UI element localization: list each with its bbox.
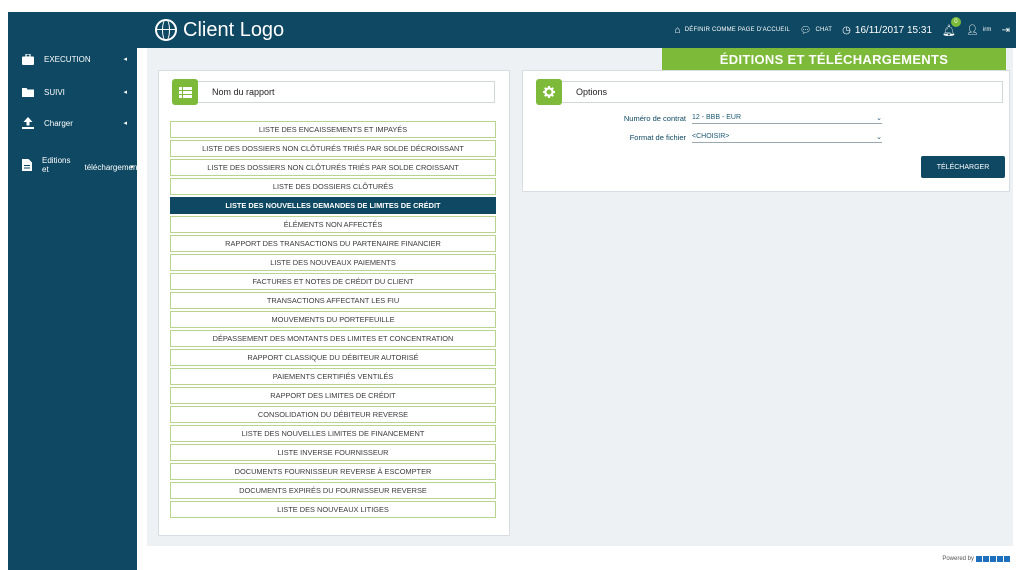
- report-item[interactable]: DÉPASSEMENT DES MONTANTS DES LIMITES ET …: [170, 330, 496, 347]
- report-item[interactable]: DOCUMENTS FOURNISSEUR REVERSE À ESCOMPTE…: [170, 463, 496, 480]
- home-icon: ⌂: [674, 24, 681, 36]
- report-item[interactable]: DOCUMENTS EXPIRÉS DU FOURNISSEUR REVERSE: [170, 482, 496, 499]
- gear-icon: [536, 79, 562, 105]
- format-label: Format de fichier: [629, 132, 686, 142]
- format-select[interactable]: <CHOISIR> ⌄: [692, 131, 882, 143]
- notification-badge: 0: [950, 16, 961, 27]
- user-menu[interactable]: 👤︎ irm: [966, 25, 992, 36]
- vendor-logo: [976, 556, 1010, 562]
- report-list: LISTE DES ENCAISSEMENTS ET IMPAYÉS LISTE…: [170, 121, 496, 520]
- report-item[interactable]: LISTE DES ENCAISSEMENTS ET IMPAYÉS: [170, 121, 496, 138]
- contract-select[interactable]: 12 - BBB - EUR ⌄: [692, 112, 882, 124]
- globe-icon: [155, 19, 177, 41]
- caret-left-icon: ◂: [123, 120, 127, 127]
- user-icon: 👤︎: [965, 24, 979, 36]
- report-panel-title: Nom du rapport: [212, 87, 275, 97]
- options-panel-header: Options: [536, 79, 1003, 105]
- page-title: ÉDITIONS ET TÉLÉCHARGEMENTS: [662, 48, 1006, 70]
- powered-by: Powered by: [942, 556, 1010, 562]
- logout-icon: ⇥: [1001, 24, 1010, 36]
- upload-icon: [22, 117, 34, 129]
- sidebar-item-label: Charger: [44, 118, 73, 128]
- options-panel-title: Options: [576, 87, 608, 97]
- chat-link[interactable]: 💬︎ CHAT: [800, 25, 832, 36]
- report-item[interactable]: LISTE DES NOUVEAUX PAIEMENTS: [170, 254, 496, 271]
- chat-icon: 💬︎: [800, 24, 812, 35]
- app-frame: ! EXECUTION ◂ SUIVI ◂ Charger ◂: [0, 0, 1016, 570]
- report-item[interactable]: LISTE INVERSE FOURNISSEUR: [170, 444, 496, 461]
- sidebar-item-label: SUIVI: [44, 87, 65, 97]
- sidebar-item-label: Editions et: [42, 156, 71, 174]
- report-item[interactable]: CONSOLIDATION DU DÉBITEUR REVERSE: [170, 406, 496, 423]
- report-item[interactable]: LISTE DES DOSSIERS NON CLÔTURÉS TRIÉS PA…: [170, 140, 496, 157]
- datetime: ◷ 16/11/2017 15:31: [842, 24, 932, 36]
- logout-button[interactable]: ⇥: [1002, 25, 1010, 36]
- caret-left-icon: ◂: [123, 56, 127, 63]
- sidebar-item-label: téléchargements: [84, 162, 144, 172]
- sidebar-item-execution[interactable]: EXECUTION ◂: [8, 50, 137, 68]
- set-home-link[interactable]: ⌂ DÉFINIR COMME PAGE D'ACCUEIL: [675, 25, 790, 36]
- logo-text: Client Logo: [183, 18, 285, 41]
- report-item[interactable]: PAIEMENTS CERTIFIÉS VENTILÉS: [170, 368, 496, 385]
- sidebar-item-charger[interactable]: Charger ◂: [8, 114, 137, 132]
- caret-down-icon: ▾: [130, 164, 134, 171]
- client-logo[interactable]: Client Logo: [155, 12, 284, 48]
- download-button[interactable]: TÉLÉCHARGER: [921, 156, 1005, 178]
- format-row: Format de fichier <CHOISIR> ⌄: [590, 131, 882, 143]
- report-item[interactable]: RAPPORT CLASSIQUE DU DÉBITEUR AUTORISÉ: [170, 349, 496, 366]
- contract-label: Numéro de contrat: [623, 113, 686, 123]
- top-bar-actions: ⌂ DÉFINIR COMME PAGE D'ACCUEIL 💬︎ CHAT ◷…: [675, 12, 1010, 48]
- report-item[interactable]: TRANSACTIONS AFFECTANT LES FIU: [170, 292, 496, 309]
- sidebar: ! EXECUTION ◂ SUIVI ◂ Charger ◂: [8, 12, 144, 570]
- report-item[interactable]: LISTE DES DOSSIERS NON CLÔTURÉS TRIÉS PA…: [170, 159, 496, 176]
- report-item[interactable]: ÉLÉMENTS NON AFFECTÉS: [170, 216, 496, 233]
- sidebar-item-label: EXECUTION: [44, 54, 91, 64]
- report-item[interactable]: RAPPORT DES LIMITES DE CRÉDIT: [170, 387, 496, 404]
- sidebar-item-suivi[interactable]: SUIVI ◂: [8, 83, 137, 101]
- contract-row: Numéro de contrat 12 - BBB - EUR ⌄: [590, 112, 882, 124]
- report-item[interactable]: LISTE DES DOSSIERS CLÔTURÉS: [170, 178, 496, 195]
- report-item[interactable]: LISTE DES NOUVELLES LIMITES DE FINANCEME…: [170, 425, 496, 442]
- report-item[interactable]: MOUVEMENTS DU PORTEFEUILLE: [170, 311, 496, 328]
- clock-icon: ◷: [842, 24, 851, 36]
- report-panel-header: Nom du rapport: [172, 79, 495, 105]
- notifications-button[interactable]: 🔔︎ 0: [942, 16, 961, 37]
- report-item[interactable]: LISTE DES NOUVEAUX LITIGES: [170, 501, 496, 518]
- report-item[interactable]: FACTURES ET NOTES DE CRÉDIT DU CLIENT: [170, 273, 496, 290]
- list-icon: [172, 79, 198, 105]
- briefcase-icon: [22, 53, 34, 65]
- top-bar: Client Logo ⌂ DÉFINIR COMME PAGE D'ACCUE…: [8, 12, 1016, 48]
- report-item[interactable]: RAPPORT DES TRANSACTIONS DU PARTENAIRE F…: [170, 235, 496, 252]
- folder-icon: [22, 86, 34, 98]
- chevron-down-icon: ⌄: [876, 114, 882, 122]
- chevron-down-icon: ⌄: [876, 133, 882, 141]
- report-item-selected[interactable]: LISTE DES NOUVELLES DEMANDES DE LIMITES …: [170, 197, 496, 214]
- caret-left-icon: ◂: [123, 89, 127, 96]
- document-icon: [22, 159, 32, 171]
- sidebar-item-editions[interactable]: Editions et téléchargements ▾: [8, 148, 144, 182]
